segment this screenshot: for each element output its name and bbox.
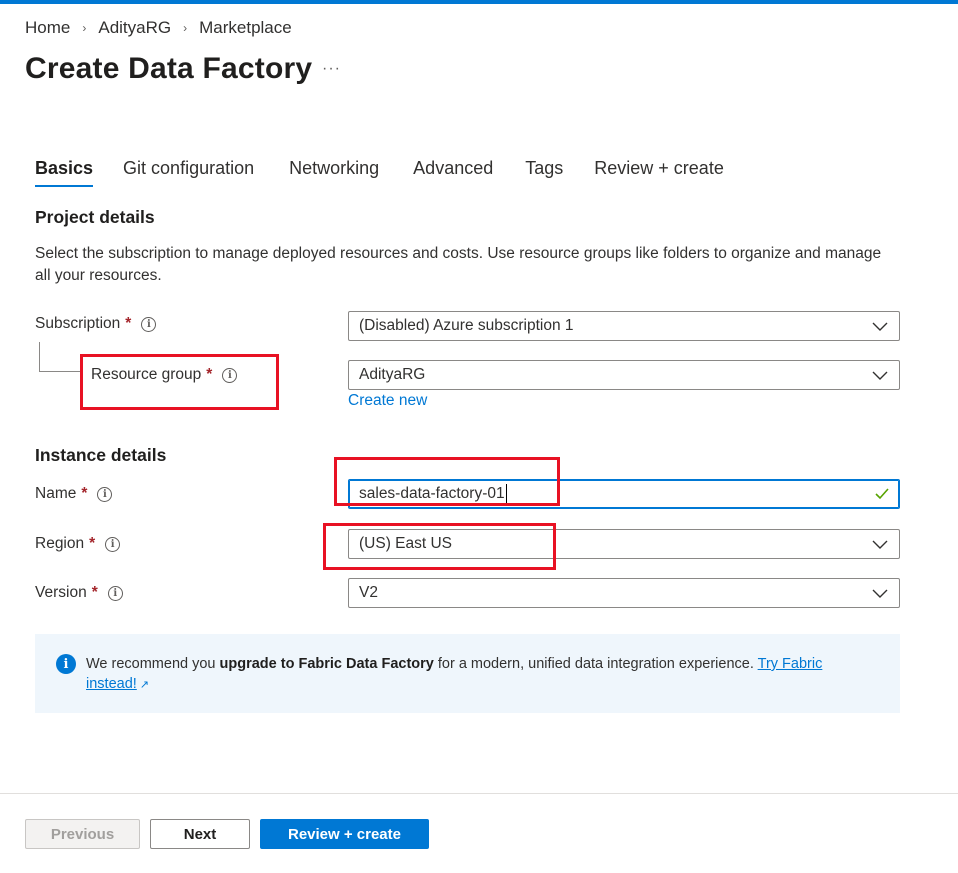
project-details-description: Select the subscription to manage deploy…: [35, 245, 882, 284]
resource-group-label-text: Resource group: [91, 366, 202, 383]
instance-details-heading: Instance details: [35, 445, 167, 465]
tree-connector: [39, 342, 81, 372]
tab-advanced[interactable]: Advanced: [413, 158, 493, 187]
review-create-button[interactable]: Review + create: [260, 819, 429, 849]
region-value: (US) East US: [359, 535, 453, 552]
footer-divider: [0, 793, 958, 794]
breadcrumb: Home › AdityaRG › Marketplace: [25, 18, 292, 38]
banner-suffix: for a modern, unified data integration e…: [433, 656, 758, 672]
project-details-heading: Project details: [35, 207, 155, 227]
name-input[interactable]: sales-data-factory-01: [348, 479, 900, 509]
info-icon[interactable]: i: [141, 316, 157, 332]
breadcrumb-resource-group[interactable]: AdityaRG: [98, 18, 171, 38]
tab-review-create[interactable]: Review + create: [594, 158, 724, 187]
subscription-value: (Disabled) Azure subscription 1: [359, 317, 574, 334]
breadcrumb-home[interactable]: Home: [25, 18, 70, 38]
tab-basics[interactable]: Basics: [35, 158, 94, 187]
required-asterisk: *: [91, 584, 98, 601]
region-label-text: Region: [35, 535, 85, 552]
name-label: Name * i: [35, 485, 113, 503]
banner-text: We recommend you upgrade to Fabric Data …: [86, 654, 876, 695]
tab-git-configuration[interactable]: Git configuration: [123, 158, 254, 187]
external-link-icon: ↗: [139, 679, 150, 691]
tab-networking[interactable]: Networking: [289, 158, 379, 187]
info-icon[interactable]: i: [107, 585, 123, 601]
tab-tags[interactable]: Tags: [525, 158, 563, 187]
chevron-right-icon: ›: [82, 21, 87, 35]
required-asterisk: *: [81, 485, 88, 502]
name-input-value: sales-data-factory-01: [359, 485, 505, 502]
checkmark-icon: [875, 488, 889, 500]
breadcrumb-marketplace[interactable]: Marketplace: [199, 18, 292, 38]
subscription-label-text: Subscription: [35, 315, 121, 332]
chevron-down-icon: [872, 322, 888, 331]
version-label: Version * i: [35, 584, 123, 602]
required-asterisk: *: [125, 315, 132, 332]
page-title: Create Data Factory: [25, 52, 313, 85]
banner-prefix: We recommend you: [86, 656, 220, 672]
version-label-text: Version: [35, 584, 87, 601]
create-new-resource-group-link[interactable]: Create new: [348, 392, 427, 410]
subscription-label: Subscription * i: [35, 315, 157, 333]
chevron-down-icon: [872, 589, 888, 598]
required-asterisk: *: [89, 535, 96, 552]
banner-bold: upgrade to Fabric Data Factory: [219, 656, 434, 672]
more-options-button[interactable]: ···: [322, 60, 341, 78]
version-dropdown[interactable]: V2: [348, 578, 900, 608]
next-button[interactable]: Next: [150, 819, 250, 849]
info-icon[interactable]: i: [105, 536, 121, 552]
info-icon[interactable]: i: [222, 367, 238, 383]
chevron-down-icon: [872, 540, 888, 549]
tab-bar: Basics Git configuration Networking Adva…: [35, 158, 724, 187]
resource-group-label: Resource group * i: [91, 366, 238, 384]
resource-group-value: AdityaRG: [359, 366, 426, 383]
name-label-text: Name: [35, 485, 77, 502]
chevron-down-icon: [872, 371, 888, 380]
resource-group-dropdown[interactable]: AdityaRG: [348, 360, 900, 390]
fabric-recommendation-banner: i We recommend you upgrade to Fabric Dat…: [35, 634, 900, 713]
region-dropdown[interactable]: (US) East US: [348, 529, 900, 559]
chevron-right-icon: ›: [183, 21, 188, 35]
previous-button[interactable]: Previous: [25, 819, 140, 849]
top-accent-bar: [0, 0, 958, 4]
region-label: Region * i: [35, 535, 121, 553]
version-value: V2: [359, 584, 378, 601]
info-icon: i: [56, 654, 76, 674]
required-asterisk: *: [206, 366, 213, 383]
info-icon[interactable]: i: [97, 486, 113, 502]
text-cursor: [505, 484, 507, 504]
subscription-dropdown[interactable]: (Disabled) Azure subscription 1: [348, 311, 900, 341]
